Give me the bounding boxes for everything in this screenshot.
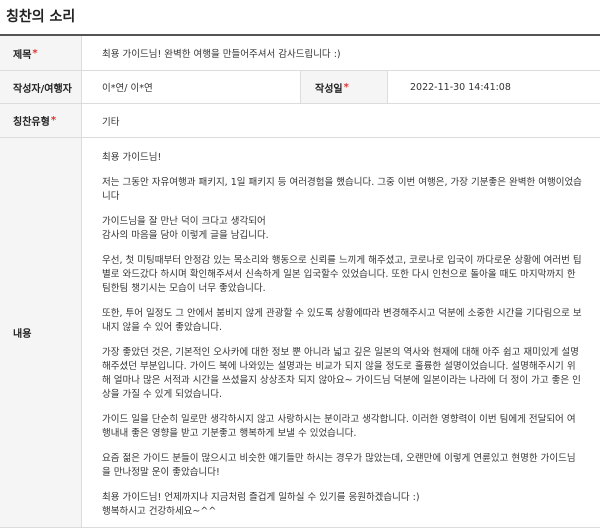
type-row: 칭찬유형 * 기타	[0, 104, 600, 138]
content-paragraph: 최용 가이드님!	[102, 152, 162, 163]
content-row: 내용 최용 가이드님! 저는 그동안 자유여행과 패키지, 1일 패키지 등 여…	[0, 138, 600, 528]
post-detail-table: 제목 * 최용 가이드님! 완벽한 여행을 만들어주셔서 감사드립니다 :) 작성…	[0, 34, 600, 528]
content-paragraph: 또한, 투어 일정도 그 안에서 붐비지 않게 관광할 수 있도록 상황에따라 …	[102, 308, 582, 333]
date-label: 작성일	[315, 83, 343, 95]
content-paragraph: 요즘 젊은 가이드 분들이 많으시고 비슷한 얘기들만 하시는 경우가 많았는데…	[102, 453, 576, 478]
author-label: 작성자/여행자	[0, 71, 82, 103]
author-date-row: 작성자/여행자 이*연/ 이*연 작성일 * 2022-11-30 14:41:0…	[0, 71, 600, 104]
title-label-cell: 제목 *	[0, 36, 82, 70]
date-value: 2022-11-30 14:41:08	[410, 81, 511, 93]
type-value: 기타	[102, 116, 120, 128]
content-paragraph: 최용 가이드님! 언제까지나 지금처럼 즐겁게 일하실 수 있기를 응원하겠습니…	[102, 492, 420, 517]
content-paragraph: 저는 그동안 자유여행과 패키지, 1일 패키지 등 여러경험을 했습니다. 그…	[102, 177, 582, 202]
required-mark: *	[50, 115, 57, 126]
content-paragraph: 가이드 일을 단순히 일로만 생각하시지 않고 사랑하시는 분이라고 생각합니다…	[102, 414, 576, 439]
date-label-cell: 작성일 *	[300, 71, 388, 103]
content-label: 내용	[0, 138, 82, 527]
content-body: 최용 가이드님! 저는 그동안 자유여행과 패키지, 1일 패키지 등 여러경험…	[82, 138, 600, 527]
title-label: 제목	[13, 49, 32, 61]
title-value: 최용 가이드님! 완벽한 여행을 만들어주셔서 감사드립니다 :)	[102, 49, 341, 60]
type-label: 칭찬유형	[13, 117, 50, 128]
content-paragraph: 가장 좋았던 것은, 기본적인 오사카에 대한 정보 뿐 아니라 넓고 깊은 일…	[102, 347, 581, 400]
title-row: 제목 * 최용 가이드님! 완벽한 여행을 만들어주셔서 감사드립니다 :)	[0, 36, 600, 71]
required-mark: *	[343, 81, 349, 93]
type-label-cell: 칭찬유형 *	[0, 104, 82, 137]
content-paragraph: 가이드님을 잘 만난 덕이 크다고 생각되어 감사의 마음을 담아 이렇게 글을…	[102, 216, 269, 241]
page-title: 칭찬의 소리	[6, 9, 76, 25]
content-paragraph: 우선, 첫 미팅때부터 안정감 있는 목소리와 행동으로 신뢰를 느끼게 해주셨…	[102, 255, 582, 294]
author-value: 이*연/ 이*연	[102, 83, 153, 94]
required-mark: *	[32, 47, 38, 59]
